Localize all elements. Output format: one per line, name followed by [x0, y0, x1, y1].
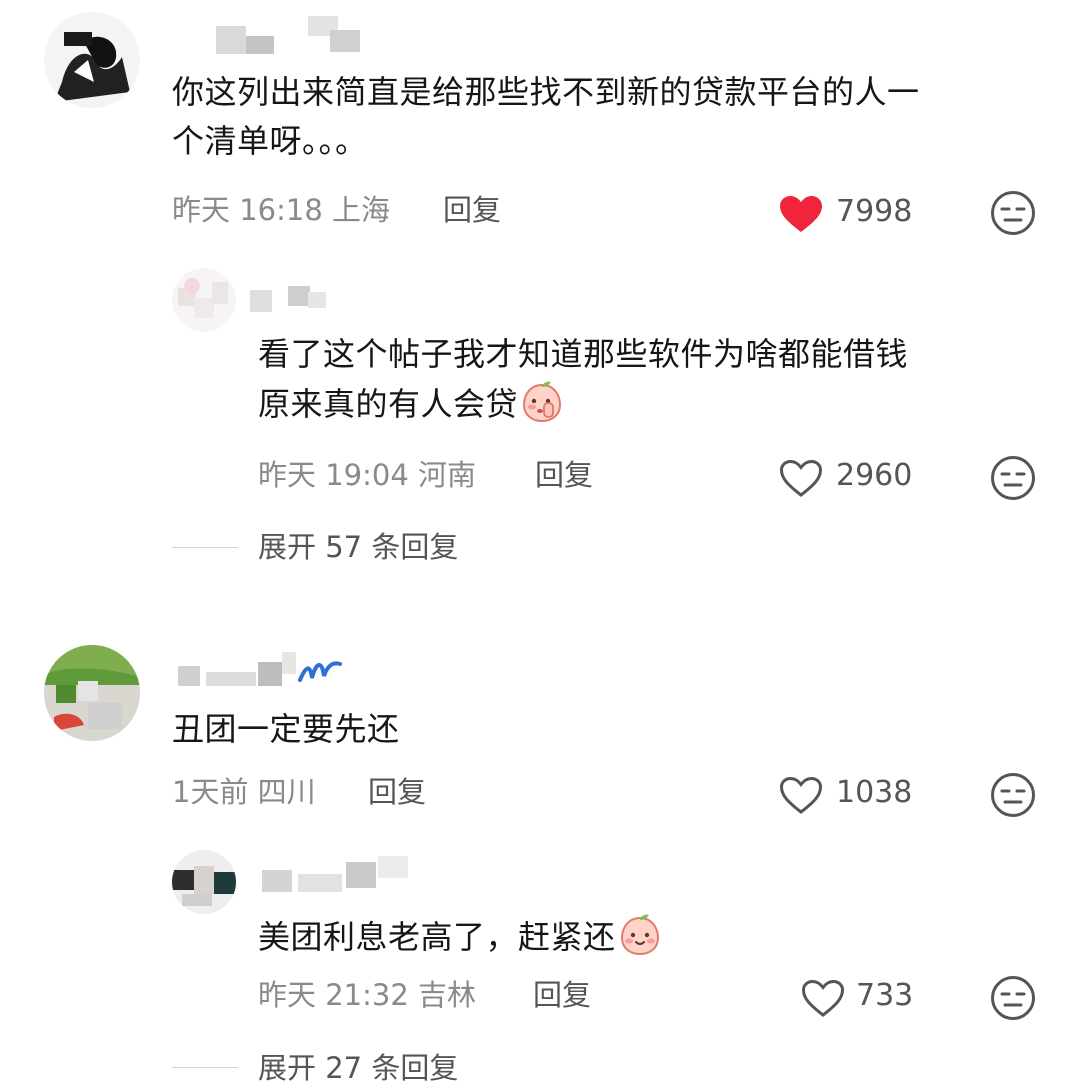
reply-meta: 昨天 19:04 河南 [258, 458, 477, 492]
avatar-image [44, 645, 140, 741]
reply-avatar[interactable] [172, 850, 236, 914]
reply-button[interactable]: 回复 [533, 975, 591, 1015]
comment-text: 你这列出来简直是给那些找不到新的贷款平台的人一 个清单呀。。。 [172, 73, 920, 160]
reply-avatar[interactable] [172, 268, 236, 332]
unamused-face-icon [991, 456, 1035, 500]
heart-outline-icon [801, 979, 845, 1017]
avatar-image [172, 268, 236, 332]
avatar[interactable] [44, 12, 140, 108]
avatar[interactable] [44, 645, 140, 741]
reply-text: 美团利息老高了，赶紧还 [258, 912, 1038, 962]
expand-replies-button[interactable]: 展开 27 条回复 [258, 1048, 458, 1088]
peach-smile-emoji [620, 914, 659, 956]
expand-replies-button[interactable]: 展开 57 条回复 [258, 527, 458, 567]
username-blurred[interactable] [178, 650, 348, 694]
username-blurred[interactable] [262, 852, 422, 896]
dislike-button[interactable] [990, 190, 1036, 236]
dislike-button[interactable] [990, 975, 1036, 1021]
heart-outline-icon [779, 776, 823, 814]
reply-meta: 昨天 21:32 吉林 [258, 978, 477, 1012]
peach-shush-emoji [523, 381, 562, 423]
comment-text: 丑团一定要先还 [172, 710, 400, 748]
like-count: 1038 [836, 775, 913, 810]
dislike-button[interactable] [990, 455, 1036, 501]
expand-divider [172, 1067, 238, 1068]
avatar-image [44, 12, 140, 108]
heart-outline-icon [779, 459, 823, 497]
comment-meta: 昨天 16:18 上海 [172, 193, 391, 227]
username-badge-icon [298, 661, 342, 682]
like-count: 7998 [836, 194, 913, 229]
dislike-button[interactable] [990, 772, 1036, 818]
reply-button[interactable]: 回复 [368, 772, 426, 812]
username-blurred[interactable] [216, 14, 366, 58]
reply-button[interactable]: 回复 [443, 190, 501, 230]
unamused-face-icon [991, 976, 1035, 1020]
avatar-image [172, 850, 236, 914]
reply-button[interactable]: 回复 [535, 455, 593, 495]
heart-filled-icon [780, 196, 822, 232]
like-button[interactable]: 1038 [778, 773, 928, 815]
like-button[interactable]: 733 [800, 976, 930, 1018]
reply-text: 看了这个帖子我才知道那些软件为啥都能借钱 原来真的有人会贷 [258, 335, 909, 423]
like-button[interactable]: 2960 [778, 456, 928, 498]
unamused-face-icon [991, 191, 1035, 235]
unamused-face-icon [991, 773, 1035, 817]
username-blurred[interactable] [250, 282, 330, 312]
like-count: 733 [856, 978, 914, 1013]
like-button[interactable]: 7998 [778, 192, 928, 234]
comment-meta: 1天前 四川 [172, 775, 316, 809]
expand-divider [172, 547, 238, 548]
like-count: 2960 [836, 458, 913, 493]
